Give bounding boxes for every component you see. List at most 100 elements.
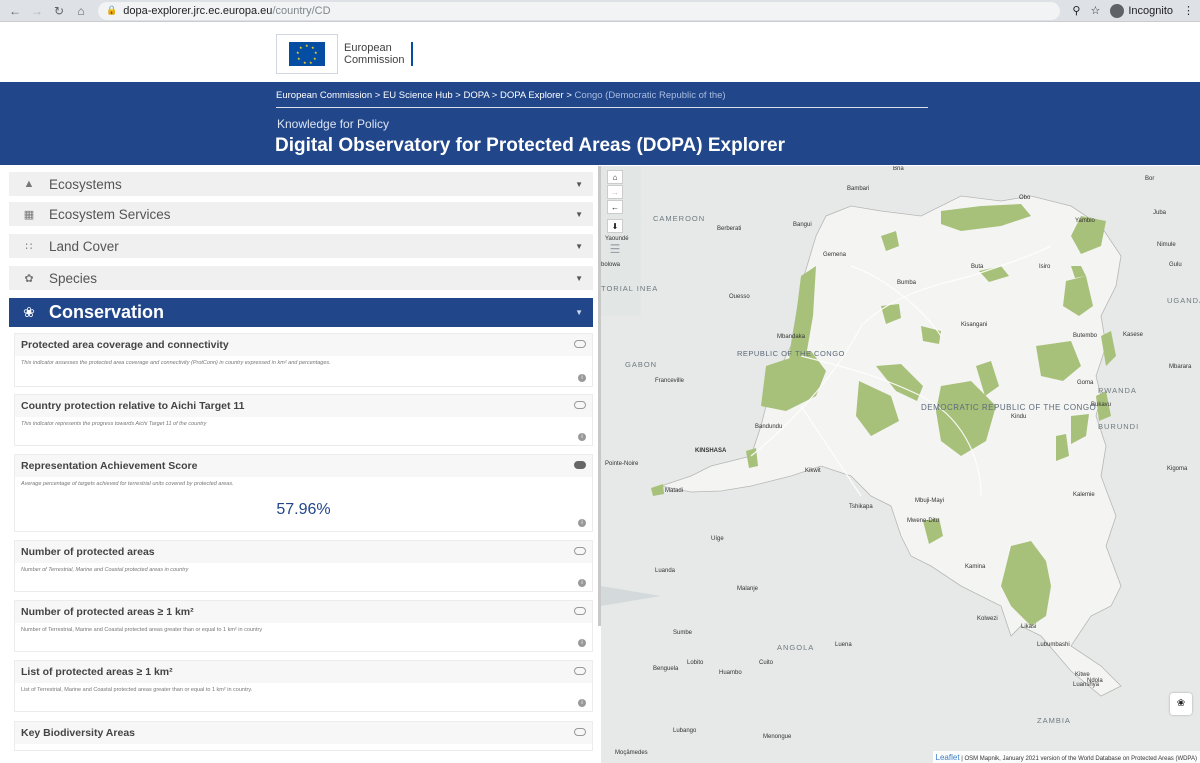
map-label: ZAMBIA	[1037, 716, 1071, 725]
map-label: Goma	[1077, 380, 1094, 386]
map-label: Bambari	[847, 186, 870, 192]
forward-view-icon[interactable]: →	[607, 185, 623, 199]
home-icon[interactable]: ⌂	[72, 2, 90, 20]
info-icon[interactable]: i	[578, 699, 586, 707]
toggle-switch[interactable]	[574, 461, 586, 469]
menu-icon[interactable]: ⋮	[1183, 4, 1194, 17]
download-icon[interactable]: ⬇	[607, 219, 623, 233]
map-label: Matadi	[665, 488, 684, 494]
toggle-switch[interactable]	[574, 667, 586, 675]
info-icon[interactable]: i	[578, 374, 586, 382]
indicator-card: Number of protected areas ≥ 1 km² Number…	[14, 600, 593, 652]
indicator-description: List of Terrestrial, Marine and Coastal …	[21, 687, 253, 693]
map-label: GABON	[625, 360, 658, 369]
indicator-description: Average percentage of targets achieved f…	[21, 481, 234, 487]
breadcrumb-item[interactable]: DOPA	[463, 90, 489, 101]
section-ecosystems[interactable]: ▲ Ecosystems ▼	[9, 172, 593, 196]
ec-logo[interactable]: ★ ★ ★ ★ ★ ★ ★ ★ ★ European Commission	[276, 34, 413, 74]
map-label: REPUBLIC OF THE CONGO	[737, 349, 845, 358]
breadcrumb-item[interactable]: European Commission	[276, 90, 372, 101]
forward-icon[interactable]: →	[28, 2, 46, 20]
map-label: Butembo	[1073, 333, 1098, 339]
map-label: Bandundu	[755, 424, 783, 430]
map-label: Juba	[1153, 210, 1167, 216]
map-label: Kamina	[965, 564, 986, 570]
indicator-title[interactable]: Protected area coverage and connectivity	[15, 334, 592, 356]
back-icon[interactable]: ←	[6, 2, 24, 20]
map-label: Likasi	[1021, 624, 1037, 630]
logo-line2: Commission	[344, 54, 405, 66]
map-label: Lubumbashi	[1037, 642, 1070, 648]
ec-header: ★ ★ ★ ★ ★ ★ ★ ★ ★ European Commission	[0, 22, 1200, 82]
breadcrumb-current: Congo (Democratic Republic of the)	[574, 90, 726, 101]
breadcrumb-item[interactable]: DOPA Explorer	[500, 90, 564, 101]
map-label: Tshikapa	[849, 504, 873, 510]
section-land-cover[interactable]: ∷ Land Cover ▼	[9, 234, 593, 258]
section-ecosystem-services[interactable]: ▦ Ecosystem Services ▼	[9, 202, 593, 226]
indicator-title[interactable]: Representation Achievement Score	[15, 455, 592, 477]
indicator-card: Protected area coverage and connectivity…	[14, 333, 593, 387]
zoom-icon[interactable]: ⚲	[1072, 4, 1080, 17]
map-label: Isiro	[1039, 264, 1051, 270]
map-label: Berberati	[717, 226, 742, 232]
indicator-card: Representation Achievement Score Average…	[14, 454, 593, 532]
indicator-description: Number of Terrestrial, Marine and Coasta…	[21, 627, 263, 633]
map-label: Mwene-Ditu	[907, 518, 940, 524]
map-label: Bor	[1145, 176, 1155, 182]
leaflet-link[interactable]: Leaflet	[936, 753, 960, 762]
map-label: Lobito	[687, 660, 704, 666]
address-bar[interactable]: 🔒 dopa-explorer.jrc.ec.europa.eu/country…	[98, 1, 1061, 20]
incognito-badge[interactable]: Incognito	[1110, 3, 1173, 18]
incognito-icon	[1110, 3, 1125, 18]
layers-icon[interactable]: ☰	[606, 242, 624, 256]
toggle-switch[interactable]	[574, 607, 586, 615]
map-label: Uíge	[711, 536, 724, 542]
eu-flag-icon: ★ ★ ★ ★ ★ ★ ★ ★ ★	[276, 34, 338, 74]
map-label: Gemena	[823, 252, 847, 258]
url-path: /country/CD	[272, 4, 331, 17]
toggle-switch[interactable]	[574, 401, 586, 409]
info-icon[interactable]: i	[578, 433, 586, 441]
map-label: Mbarara	[1169, 364, 1192, 370]
indicator-title[interactable]: List of protected areas ≥ 1 km²	[15, 661, 592, 683]
home-view-icon[interactable]: ⌂	[607, 170, 623, 184]
map-label: Kasese	[1123, 332, 1144, 338]
map-label: Gulu	[1169, 262, 1182, 268]
breadcrumb-item[interactable]: EU Science Hub	[383, 90, 453, 101]
star-icon[interactable]: ☆	[1090, 4, 1100, 17]
reload-icon[interactable]: ↻	[50, 2, 68, 20]
map-label: Malanje	[737, 586, 759, 592]
browser-toolbar: ← → ↻ ⌂ 🔒 dopa-explorer.jrc.ec.europa.eu…	[0, 0, 1200, 22]
section-species[interactable]: ✿ Species ▼	[9, 266, 593, 290]
info-icon[interactable]: i	[578, 639, 586, 647]
info-icon[interactable]: i	[578, 579, 586, 587]
map-label: Menongue	[763, 734, 792, 740]
indicator-card: Country protection relative to Aichi Tar…	[14, 394, 593, 446]
land-cover-icon: ∷	[25, 240, 33, 253]
indicator-description: Number of Terrestrial, Marine and Coasta…	[21, 567, 189, 573]
info-icon[interactable]: i	[578, 519, 586, 527]
indicator-card: List of protected areas ≥ 1 km² List of …	[14, 660, 593, 712]
map-label: Obo	[1019, 195, 1031, 201]
map-label: Nimule	[1157, 242, 1176, 248]
back-view-icon[interactable]: ←	[607, 200, 623, 214]
indicator-title[interactable]: Number of protected areas	[15, 541, 592, 563]
section-conservation[interactable]: ❀ Conservation ▼	[9, 298, 593, 327]
indicator-title[interactable]: Country protection relative to Aichi Tar…	[15, 395, 592, 417]
site-banner: European Commission > EU Science Hub > D…	[0, 82, 1200, 165]
chevron-down-icon: ▼	[575, 273, 583, 283]
map-label: Luanda	[655, 568, 676, 574]
tree-icon[interactable]: ❀	[1170, 693, 1192, 715]
map-canvas	[601, 166, 1200, 763]
toggle-switch[interactable]	[574, 728, 586, 736]
toggle-switch[interactable]	[574, 340, 586, 348]
map-view[interactable]: ⌂ → ← ⬇ ☰ CAMEROON GABON ANGOLA ZAMBIA U…	[601, 166, 1200, 763]
indicator-title[interactable]: Key Biodiversity Areas	[15, 722, 592, 744]
chevron-down-icon: ▼	[575, 241, 583, 251]
map-label: Cuito	[759, 660, 774, 666]
map-label: Buta	[971, 264, 984, 270]
chevron-down-icon: ▼	[575, 209, 583, 219]
breadcrumb: European Commission > EU Science Hub > D…	[276, 90, 928, 108]
toggle-switch[interactable]	[574, 547, 586, 555]
indicator-title[interactable]: Number of protected areas ≥ 1 km²	[15, 601, 592, 623]
